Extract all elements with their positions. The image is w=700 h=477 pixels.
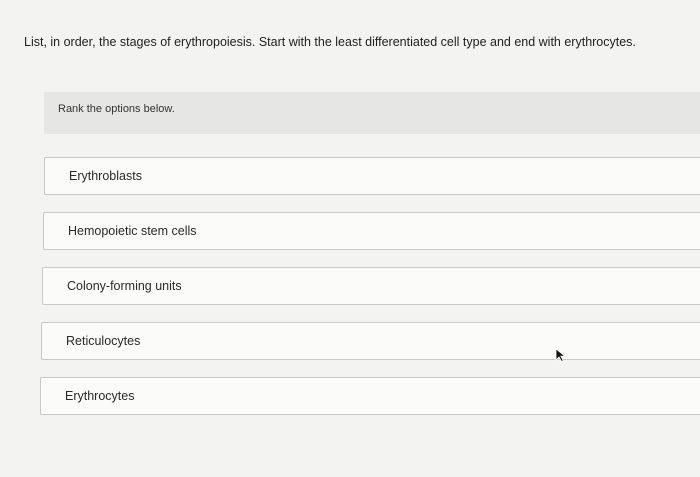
rank-option-label: Hemopoietic stem cells (68, 224, 197, 238)
rank-option-1[interactable]: Erythroblasts (44, 157, 700, 195)
rank-option-5[interactable]: Erythrocytes (40, 377, 700, 415)
rank-option-label: Reticulocytes (66, 334, 141, 348)
rank-option-label: Erythrocytes (65, 389, 135, 403)
rank-option-3[interactable]: Colony-forming units (42, 267, 700, 305)
mouse-pointer-icon (555, 348, 567, 362)
rank-option-label: Colony-forming units (67, 279, 182, 293)
rank-option-4[interactable]: Reticulocytes (41, 322, 700, 360)
rank-option-label: Erythroblasts (69, 169, 142, 183)
rank-options-list: Erythroblasts Hemopoietic stem cells Col… (0, 0, 700, 477)
rank-option-2[interactable]: Hemopoietic stem cells (43, 212, 700, 250)
